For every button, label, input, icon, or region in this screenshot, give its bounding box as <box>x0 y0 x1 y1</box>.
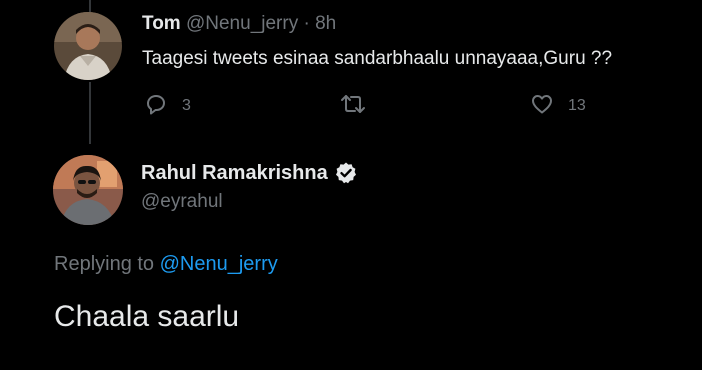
replying-to-label: Replying to <box>54 253 155 275</box>
tweet-thread: Tom @Nenu_jerry · 8h Taagesi tweets esin… <box>0 0 702 370</box>
reply-count: 3 <box>182 97 191 114</box>
thread-line-top <box>89 0 91 12</box>
heart-icon <box>530 92 554 121</box>
like-action-button[interactable]: 13 <box>530 93 586 119</box>
like-count: 13 <box>568 97 586 114</box>
avatar-tom[interactable] <box>54 12 122 80</box>
reply-author-name[interactable]: Tom <box>142 13 181 34</box>
retweet-action-button[interactable] <box>340 93 380 119</box>
separator-dot: · <box>303 13 310 34</box>
reply-action-button[interactable]: 3 <box>144 93 191 119</box>
avatar-rahul[interactable] <box>53 155 123 225</box>
retweet-icon <box>340 92 366 121</box>
reply-author-handle[interactable]: @Nenu_jerry <box>186 13 298 34</box>
reply-tweet-text: Taagesi tweets esinaa sandarbhaalu unnay… <box>142 48 613 69</box>
main-author-name[interactable]: Rahul Ramakrishna <box>141 161 328 185</box>
reply-icon <box>144 92 168 121</box>
main-author-name-row: Rahul Ramakrishna <box>141 161 358 185</box>
verified-badge-icon <box>334 161 358 185</box>
thread-connector-line <box>89 82 91 144</box>
reply-tweet-header: Tom @Nenu_jerry · 8h <box>142 12 336 36</box>
main-author-handle[interactable]: @eyrahul <box>141 190 223 214</box>
replying-to-link[interactable]: @Nenu_jerry <box>160 253 278 275</box>
main-tweet-text: Chaala saarlu <box>54 300 240 333</box>
reply-timestamp[interactable]: 8h <box>315 13 336 34</box>
replying-to-line: Replying to @Nenu_jerry <box>54 251 278 277</box>
